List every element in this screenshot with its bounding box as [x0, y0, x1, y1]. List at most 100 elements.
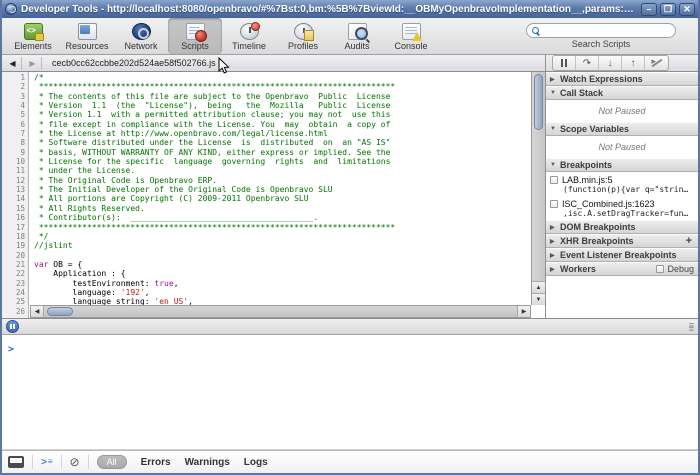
code-text: */ [29, 232, 48, 241]
drawer-resize-grip[interactable]: ≡≡ [689, 323, 694, 331]
tab-resources[interactable]: Resources [60, 18, 114, 54]
search-label: Search Scripts [572, 39, 631, 49]
tab-console[interactable]: Console [384, 18, 438, 54]
clear-console-icon[interactable]: ⊘ [70, 456, 80, 468]
tab-timeline[interactable]: Timeline [222, 18, 276, 54]
checkbox-icon [656, 265, 664, 273]
filter-all[interactable]: All [97, 455, 127, 469]
section-scope-variables[interactable]: ▼Scope Variables [546, 122, 698, 136]
step-over-button[interactable]: ↷ [576, 56, 599, 70]
console-prompt[interactable]: > [8, 344, 14, 355]
section-watch-expressions[interactable]: ▶Watch Expressions [546, 72, 698, 86]
code-editor[interactable]: 1/*2 ***********************************… [2, 72, 545, 318]
tab-label: Console [394, 41, 427, 51]
minimize-button[interactable]: – [641, 3, 657, 16]
vertical-scroll-thumb[interactable] [534, 74, 543, 130]
code-segment: OB = { [48, 260, 82, 269]
code-segment: , [174, 279, 179, 288]
code-line: 1/* [2, 73, 531, 82]
filter-errors[interactable]: Errors [141, 457, 171, 468]
code-line: 4 * Version 1.1 (the "License"), being t… [2, 101, 531, 110]
code-line: 15 * All Rights Reserved. [2, 204, 531, 213]
code-line: 6 * file except in compliance with the L… [2, 120, 531, 129]
console-drawer[interactable]: > [2, 335, 698, 450]
window-title: Developer Tools - http://localhost:8080/… [21, 4, 637, 15]
line-number: 3 [2, 92, 29, 101]
step-out-button[interactable]: ↑ [622, 56, 645, 70]
breakpoint-code-preview: (function(p){var q="strin… [550, 185, 694, 194]
code-segment: * file except in compliance with the Lic… [34, 120, 390, 129]
section-event-listener-breakpoints[interactable]: ▶Event Listener Breakpoints [546, 248, 698, 262]
section-breakpoints[interactable]: ▼Breakpoints [546, 158, 698, 172]
line-number: 7 [2, 129, 29, 138]
deactivate-breakpoints-button[interactable] [645, 56, 668, 70]
code-segment: * Version 1.1 with a permitted attributi… [34, 110, 390, 119]
scroll-left-icon[interactable]: ◀ [31, 306, 44, 317]
search-box[interactable] [526, 23, 676, 38]
code-line: 5 * Version 1.1 with a permitted attribu… [2, 110, 531, 119]
devtools-app-icon [5, 3, 17, 15]
step-into-button[interactable]: ↓ [599, 56, 622, 70]
forward-button[interactable]: ▶ [24, 57, 42, 70]
vertical-scrollbar[interactable]: ▲ ▼ [531, 72, 545, 305]
filebar-row: ◀ ▶ cecb0cc62ccbbe202d524ae58f502766.js … [2, 55, 698, 72]
code-text: ****************************************… [29, 223, 395, 232]
line-number: 11 [2, 166, 29, 175]
back-button[interactable]: ◀ [4, 57, 22, 70]
dock-window-icon[interactable] [8, 456, 24, 468]
tab-network[interactable]: Network [114, 18, 168, 54]
separator [32, 455, 33, 469]
close-button[interactable]: ✕ [679, 3, 695, 16]
code-line: 2 **************************************… [2, 82, 531, 91]
code-segment: * The contents of this file are subject … [34, 92, 390, 101]
scroll-right-icon[interactable]: ▶ [517, 306, 530, 317]
pause-on-exceptions-icon[interactable] [6, 320, 19, 333]
titlebar[interactable]: Developer Tools - http://localhost:8080/… [2, 0, 698, 18]
file-selector[interactable]: cecb0cc62ccbbe202d524ae58f502766.js ▴▾ [44, 56, 230, 71]
tab-audits[interactable]: Audits [330, 18, 384, 54]
line-number: 19 [2, 241, 29, 250]
section-xhr-breakpoints[interactable]: ▶XHR Breakpoints+ [546, 234, 698, 248]
breakpoint-checkbox[interactable] [550, 176, 558, 184]
code-text: * The Original Code is Openbravo ERP. [29, 176, 217, 185]
breakpoint-item[interactable]: ISC_Combined.js:1623,isc.A.setDragTracke… [546, 196, 698, 220]
panel-tabs: ElementsResources Network Scripts Timeline P… [6, 18, 438, 54]
filter-warnings[interactable]: Warnings [185, 457, 230, 468]
tab-elements[interactable]: Elements [6, 18, 60, 54]
code-segment: testEnvironment: [34, 279, 154, 288]
code-text: testEnvironment: true, [29, 279, 179, 288]
code-line: 10 * License for the specific language g… [2, 157, 531, 166]
tab-label: Network [124, 41, 157, 51]
breakpoint-checkbox[interactable] [550, 200, 558, 208]
maximize-button[interactable]: ❐ [660, 3, 676, 16]
breakpoint-item[interactable]: LAB.min.js:5(function(p){var q="strin… [546, 172, 698, 196]
tab-profiles[interactable]: Profiles [276, 18, 330, 54]
line-number: 12 [2, 176, 29, 185]
debug-workers-checkbox[interactable]: Debug [656, 264, 694, 274]
line-number: 21 [2, 260, 29, 269]
scroll-down-icon[interactable]: ▼ [532, 293, 545, 305]
horizontal-scroll-thumb[interactable] [47, 307, 73, 316]
chevron-right-icon: ▶ [550, 224, 557, 231]
filter-logs[interactable]: Logs [244, 457, 268, 468]
line-number: 15 [2, 204, 29, 213]
line-number: 26 [2, 307, 29, 316]
pause-button[interactable] [553, 56, 576, 70]
add-xhr-breakpoint-button[interactable]: + [686, 235, 694, 247]
section-workers[interactable]: ▶WorkersDebug [546, 262, 698, 276]
separator [61, 455, 62, 469]
scroll-up-icon[interactable]: ▲ [532, 281, 545, 293]
code-segment: * Version 1.1 (the "License"), being the… [34, 101, 390, 110]
code-text: * basis, WITHOUT WARRANTY OF ANY KIND, e… [29, 148, 390, 157]
line-number: 13 [2, 185, 29, 194]
section-call-stack[interactable]: ▼Call Stack [546, 86, 698, 100]
search-input[interactable] [543, 26, 670, 36]
tab-scripts[interactable]: Scripts [168, 18, 222, 54]
horizontal-scrollbar[interactable]: ◀ ▶ [30, 305, 531, 318]
console-toggle-icon[interactable]: >≡ [41, 457, 53, 468]
line-number: 6 [2, 120, 29, 129]
tab-label: Timeline [232, 41, 266, 51]
pause-icon [561, 59, 567, 67]
section-dom-breakpoints[interactable]: ▶DOM Breakpoints [546, 220, 698, 234]
chevron-down-icon: ▼ [550, 162, 557, 168]
